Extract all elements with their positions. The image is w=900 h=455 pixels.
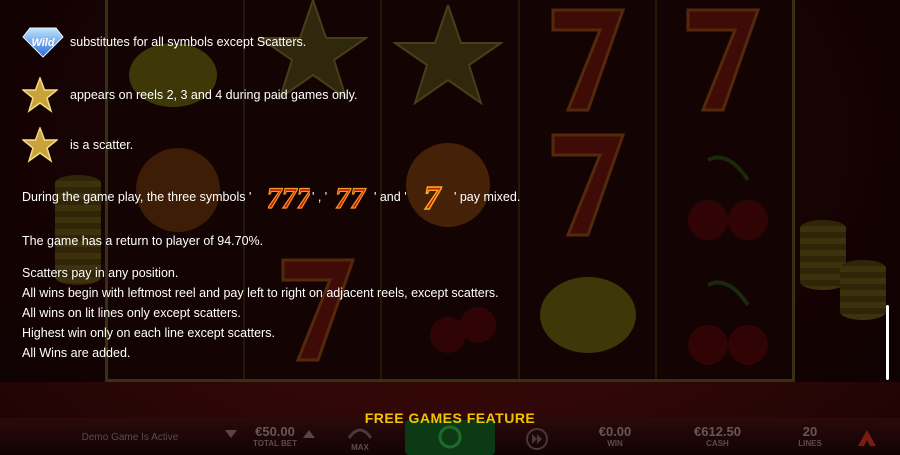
lines-value: 20 (802, 424, 818, 439)
scatter-description: is a scatter. (70, 138, 134, 152)
mixed-separator-2: ' and ' (374, 190, 407, 204)
fast-forward-icon[interactable] (525, 428, 549, 450)
rule-line: All wins begin with leftmost reel and pa… (22, 286, 499, 300)
total-bet-label: TOTAL BET (253, 439, 297, 448)
gold-star-icon (22, 77, 58, 113)
win-value: €0.00 (598, 424, 632, 439)
max-label: MAX (351, 443, 369, 452)
triple-seven-icon: 777 (268, 181, 310, 214)
wild-diamond-icon: Wild (22, 27, 64, 58)
rule-line: All Wins are added. (22, 346, 131, 360)
scatter-star-icon (22, 127, 58, 163)
win-display: €0.00 WIN (575, 424, 655, 448)
svg-text:777: 777 (268, 182, 310, 214)
max-bet-icon (347, 428, 373, 439)
win-label: WIN (607, 439, 623, 448)
feature-title: FREE GAMES FEATURE (364, 410, 536, 424)
single-seven-icon: 7 (423, 179, 443, 214)
cash-label: CASH (706, 439, 729, 448)
scrollbar-thumb[interactable] (886, 305, 889, 380)
rule-line: Scatters pay in any position. (22, 266, 179, 280)
demo-status: Demo Game Is Active (81, 432, 179, 443)
rtp-text: The game has a return to player of 94.70… (22, 234, 264, 248)
bet-increase-icon[interactable] (303, 430, 315, 440)
wild-description: substitutes for all symbols except Scatt… (70, 35, 307, 49)
wild-label: Wild (31, 37, 54, 49)
mixed-prefix: During the game play, the three symbols … (22, 190, 252, 204)
rule-line: Highest win only on each line except sca… (22, 326, 275, 340)
star-description: appears on reels 2, 3 and 4 during paid … (70, 88, 358, 102)
spin-icon (438, 425, 462, 449)
mixed-separator-1: ' , ' (312, 190, 328, 204)
brand-logo-icon[interactable] (858, 430, 876, 446)
spin-button[interactable] (405, 420, 495, 455)
cash-value: €612.50 (694, 424, 741, 439)
lines-label: LINES (798, 439, 822, 448)
svg-text:7: 7 (424, 180, 443, 214)
mixed-suffix: ' pay mixed. (454, 190, 521, 204)
svg-text:77: 77 (335, 182, 366, 214)
cash-display: €612.50 CASH (675, 424, 760, 448)
lines-display: 20 LINES (785, 424, 835, 448)
rule-line: All wins on lit lines only except scatte… (22, 306, 241, 320)
double-seven-icon: 77 (334, 181, 366, 214)
